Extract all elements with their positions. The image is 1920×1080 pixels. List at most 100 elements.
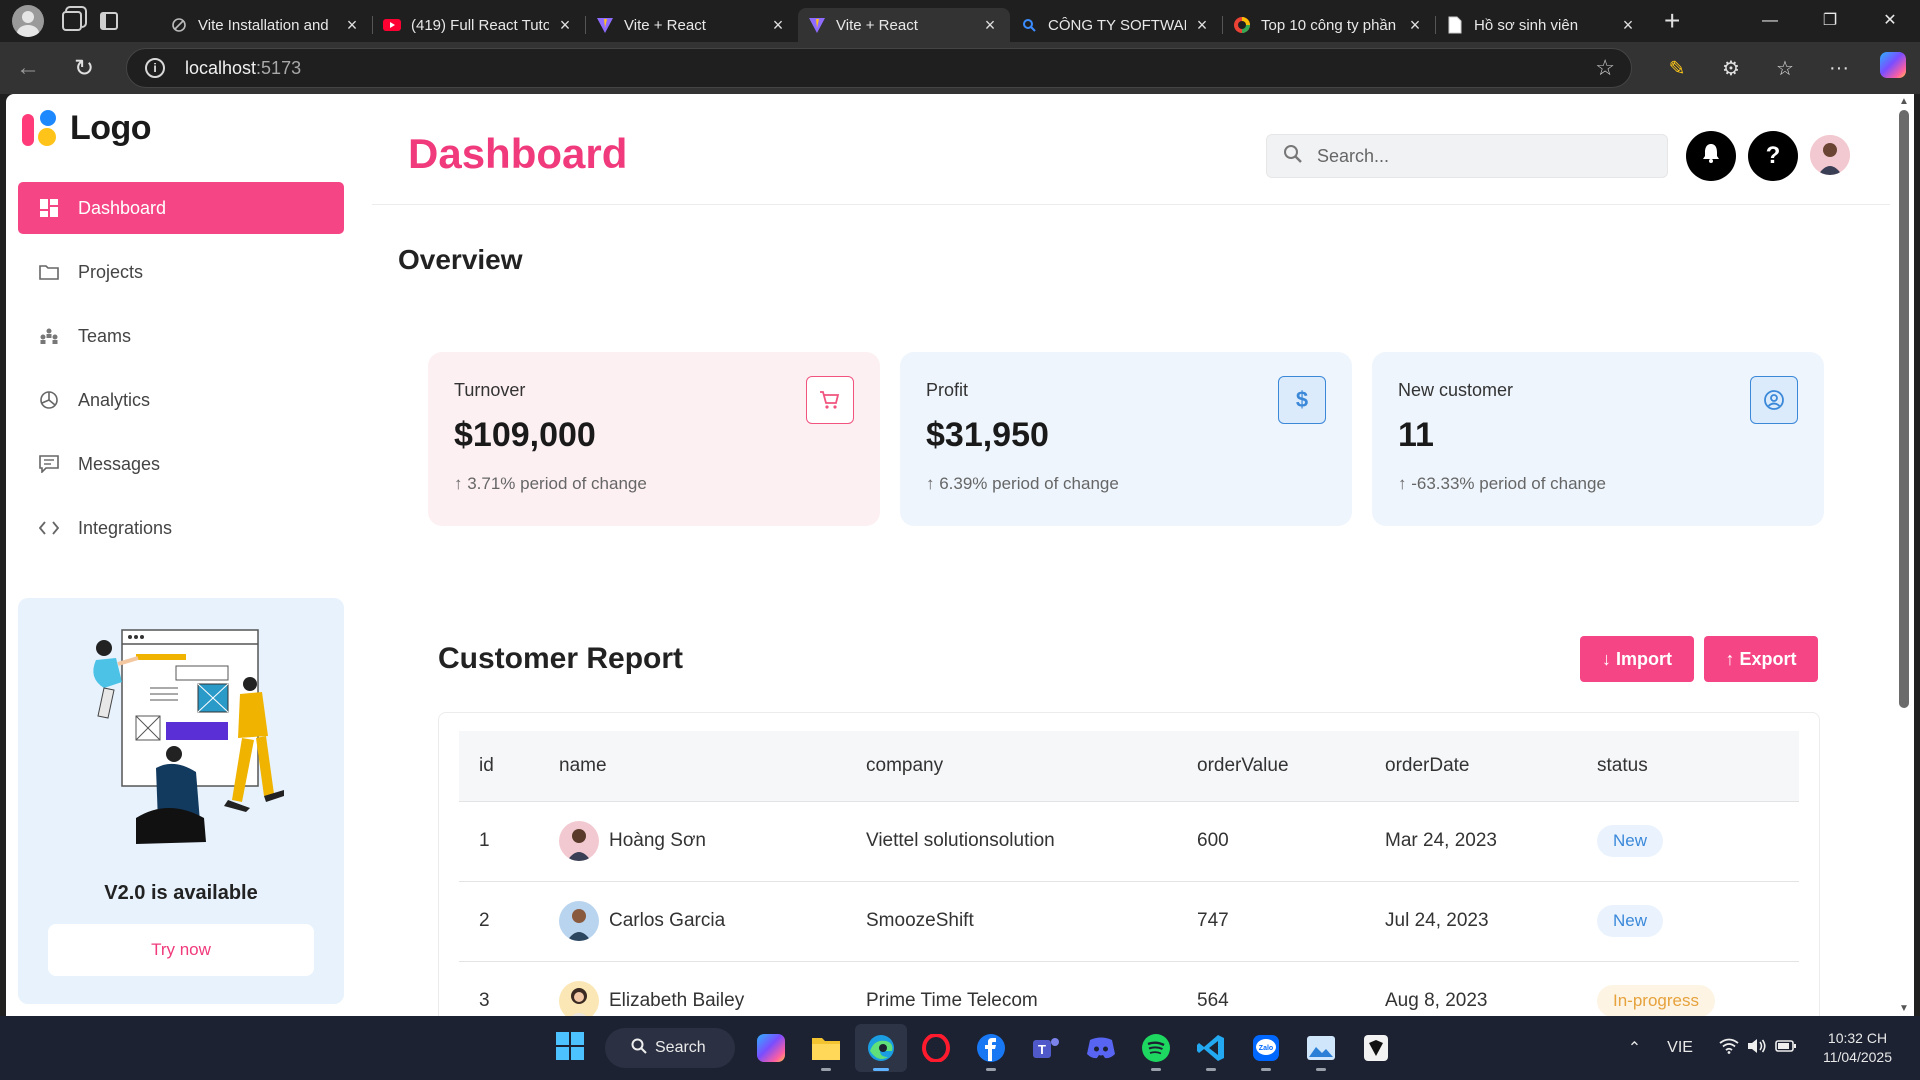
- column-header-order-date[interactable]: orderDate: [1365, 731, 1577, 802]
- tab-close-icon[interactable]: ×: [555, 15, 575, 36]
- search-box[interactable]: [1266, 134, 1668, 178]
- cell-order-date: Aug 8, 2023: [1365, 961, 1577, 1016]
- teams-app-icon[interactable]: T: [1020, 1024, 1072, 1072]
- file-explorer-icon[interactable]: [800, 1024, 852, 1072]
- copilot-icon[interactable]: [1866, 52, 1920, 84]
- cell-order-value: 600: [1177, 801, 1365, 882]
- try-now-button[interactable]: Try now: [48, 924, 314, 976]
- spotify-icon[interactable]: [1130, 1024, 1182, 1072]
- sidebar-nav: Dashboard Projects Teams Analytics Messa…: [18, 182, 344, 566]
- column-header-name[interactable]: name: [539, 731, 846, 802]
- clock[interactable]: 10:32 CH 11/04/2025: [1823, 1029, 1892, 1067]
- battery-icon[interactable]: [1775, 1039, 1797, 1058]
- google-icon: [1233, 16, 1251, 34]
- browser-tab[interactable]: (419) Full React Tuto ×: [373, 8, 585, 42]
- security-app-icon[interactable]: [1350, 1024, 1402, 1072]
- tab-close-icon[interactable]: ×: [342, 15, 362, 36]
- tab-close-icon[interactable]: ×: [768, 15, 788, 36]
- reload-icon[interactable]: ↻: [56, 54, 112, 83]
- browser-profile-icon[interactable]: [12, 5, 44, 37]
- browser-tab[interactable]: Hồ sơ sinh viên ×: [1436, 8, 1648, 42]
- url-field[interactable]: i localhost:5173 ☆: [126, 48, 1632, 88]
- tab-label: Hồ sơ sinh viên: [1474, 16, 1579, 34]
- cell-id: 2: [459, 881, 539, 962]
- opera-icon[interactable]: [910, 1024, 962, 1072]
- search-icon: [1283, 144, 1303, 169]
- column-header-id[interactable]: id: [459, 731, 539, 802]
- notes-icon[interactable]: ✎: [1650, 56, 1704, 81]
- help-button[interactable]: ?: [1748, 131, 1798, 181]
- volume-icon[interactable]: [1747, 1038, 1767, 1059]
- windows-taskbar: Search T Zalo ⌃ VIE 10:32 CH 11/04/2025: [0, 1016, 1920, 1080]
- card-label: Profit: [926, 380, 969, 400]
- import-button[interactable]: ↓ Import: [1580, 636, 1694, 682]
- sidebar-item-label: Integrations: [78, 517, 173, 538]
- chevron-up-icon[interactable]: ⌃: [1628, 1038, 1641, 1058]
- column-header-status[interactable]: status: [1577, 731, 1799, 802]
- header-divider: [372, 204, 1890, 205]
- tab-close-icon[interactable]: ×: [1618, 15, 1638, 36]
- status-badge: New: [1597, 905, 1664, 937]
- facebook-icon[interactable]: [965, 1024, 1017, 1072]
- scroll-up-icon[interactable]: ▲: [1899, 96, 1909, 107]
- browser-tab[interactable]: Vite Installation and ×: [160, 8, 372, 42]
- sidebar-item-label: Messages: [78, 453, 161, 474]
- sidebar-item-integrations[interactable]: Integrations: [18, 502, 344, 554]
- column-header-order-value[interactable]: orderValue: [1177, 731, 1365, 802]
- close-window-icon[interactable]: ✕: [1860, 0, 1920, 42]
- more-icon[interactable]: ···: [1812, 57, 1866, 80]
- language-indicator[interactable]: VIE: [1667, 1039, 1693, 1057]
- site-info-icon[interactable]: i: [145, 58, 165, 78]
- vscode-icon[interactable]: [1185, 1024, 1237, 1072]
- photos-icon[interactable]: [1295, 1024, 1347, 1072]
- table-row[interactable]: 1 Hoàng Sơn Viettel solutionsolution 600…: [459, 801, 1799, 882]
- tab-label: Vite + React: [624, 16, 706, 34]
- column-header-company[interactable]: company: [846, 731, 1177, 802]
- taskbar-search[interactable]: Search: [605, 1028, 735, 1068]
- sidebar-item-projects[interactable]: Projects: [18, 246, 344, 298]
- browser-tab-bar: Vite Installation and × (419) Full React…: [0, 0, 1920, 42]
- table-row[interactable]: 2 Carlos Garcia SmoozeShift 747 Jul 24, …: [459, 881, 1799, 962]
- minimize-icon[interactable]: —: [1740, 0, 1800, 42]
- logo[interactable]: Logo: [20, 108, 152, 148]
- start-button[interactable]: [544, 1024, 596, 1072]
- edge-browser-icon[interactable]: [855, 1024, 907, 1072]
- vite-icon: [808, 16, 826, 34]
- wifi-icon[interactable]: [1719, 1038, 1739, 1059]
- sidebar-item-teams[interactable]: Teams: [18, 310, 344, 362]
- tab-close-icon[interactable]: ×: [1192, 15, 1212, 36]
- browser-tab-active[interactable]: Vite + React ×: [798, 8, 1010, 42]
- back-icon[interactable]: ←: [0, 54, 56, 82]
- user-avatar[interactable]: [1810, 135, 1850, 175]
- browser-tab[interactable]: Top 10 công ty phần ×: [1223, 8, 1435, 42]
- export-button[interactable]: ↑ Export: [1704, 636, 1818, 682]
- restore-icon[interactable]: ❐: [1800, 0, 1860, 42]
- new-tab-button[interactable]: +: [1664, 5, 1680, 37]
- promo-title: V2.0 is available: [104, 882, 258, 904]
- zalo-icon[interactable]: Zalo: [1240, 1024, 1292, 1072]
- copilot-app-icon[interactable]: [745, 1024, 797, 1072]
- url-host: localhost: [185, 57, 257, 78]
- browser-tab[interactable]: CÔNG TY SOFTWAR ×: [1010, 8, 1222, 42]
- extensions-icon[interactable]: ⚙: [1704, 56, 1758, 81]
- url-port: :5173: [256, 57, 302, 78]
- sidebar-item-messages[interactable]: Messages: [18, 438, 344, 490]
- discord-icon[interactable]: [1075, 1024, 1127, 1072]
- browser-tab[interactable]: Vite + React ×: [586, 8, 798, 42]
- tab-close-icon[interactable]: ×: [980, 15, 1000, 36]
- page-scrollbar[interactable]: ▲ ▼: [1894, 94, 1914, 1016]
- tab-close-icon[interactable]: ×: [1405, 15, 1425, 36]
- scroll-down-icon[interactable]: ▼: [1899, 1003, 1909, 1014]
- workspaces-icon[interactable]: [62, 11, 82, 31]
- notification-button[interactable]: [1686, 131, 1736, 181]
- sidebar-item-dashboard[interactable]: Dashboard: [18, 182, 344, 234]
- sidebar-item-analytics[interactable]: Analytics: [18, 374, 344, 426]
- sidebar-item-label: Teams: [78, 325, 132, 346]
- table-row[interactable]: 3 Elizabeth Bailey Prime Time Telecom 56…: [459, 961, 1799, 1016]
- favorite-star-icon[interactable]: ☆: [1595, 55, 1615, 81]
- vertical-tabs-icon[interactable]: [100, 12, 118, 30]
- avatar: [559, 821, 599, 861]
- search-input[interactable]: [1317, 145, 1637, 167]
- favorites-icon[interactable]: ☆: [1758, 56, 1812, 81]
- scrollbar-thumb[interactable]: [1899, 110, 1909, 708]
